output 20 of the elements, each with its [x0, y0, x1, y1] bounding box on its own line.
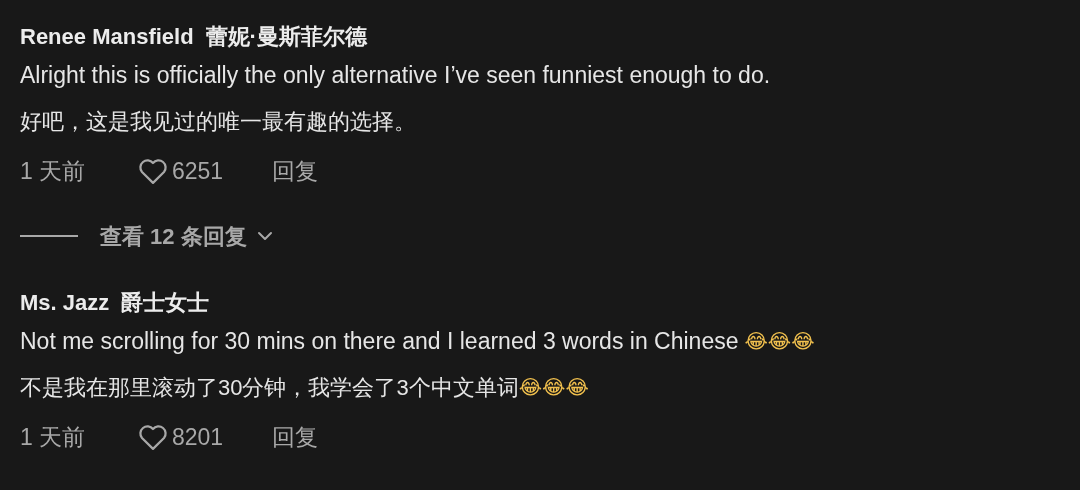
heart-icon[interactable] — [138, 423, 168, 451]
comment-time: 1 天前 — [20, 156, 87, 186]
author-name[interactable]: Ms. Jazz — [20, 286, 110, 319]
like-count: 8201 — [172, 422, 225, 452]
heart-icon[interactable] — [138, 157, 168, 185]
view-replies-link[interactable]: 查看 12 条回复 — [100, 219, 273, 253]
laughing-emoji-text: 😂😂😂 — [744, 328, 815, 355]
comment-text: Not me scrolling for 30 mins on there and I learned 3 words in Chinese — [20, 326, 739, 356]
comment-time: 1 天前 — [20, 422, 87, 452]
laughing-emoji-text: 😂😂😂 — [518, 374, 589, 401]
author-name-translation: 爵士女士 — [121, 289, 210, 317]
comment-text: Alright this is officially the only alternative I’ve seen funniest enough to do. — [20, 60, 771, 90]
comment-translation: 不是我在那里滚动了30分钟，我学会了3个中文单词 — [20, 373, 519, 402]
author-name-translation: 蕾妮·曼斯菲尔德 — [205, 23, 367, 51]
reply-link[interactable]: 回复 — [272, 419, 318, 455]
chevron-down-icon — [256, 231, 273, 241]
author-name[interactable]: Renee Mansfield — [20, 20, 194, 53]
reply-link[interactable]: 回复 — [272, 153, 318, 189]
like-count: 6251 — [172, 156, 225, 186]
comment-translation: 好吧，这是我见过的唯一最有趣的选择。 — [20, 107, 416, 136]
